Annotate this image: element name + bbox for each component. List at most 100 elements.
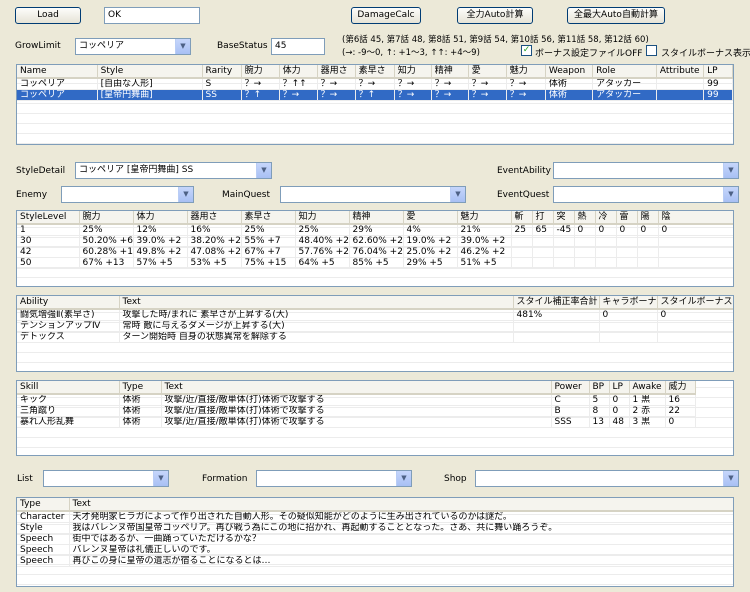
grow-limit-select[interactable]: コッペリア ▼ [75,38,191,55]
skill-cell: 48 [609,416,630,428]
style-list-column-header[interactable]: LP [703,65,733,79]
style-list-column-header[interactable]: 魅力 [506,65,546,79]
level-column-header[interactable]: 素早さ [241,211,296,225]
ability-column-header[interactable]: キャラボーナス [599,296,658,310]
list-select[interactable]: ▼ [43,470,169,487]
enemy-select[interactable]: ▼ [61,186,194,203]
level-row[interactable]: 4260.28% +1049.8% +247.08% +267% +757.76… [17,246,733,258]
style-list[interactable]: Name Style Rarity 腕力 体力 器用さ 素早さ 知力 精神愛魅力 Weapon Ro… [16,64,734,145]
ability-cell [513,331,600,343]
ability-column-header[interactable]: Text [119,296,514,310]
text-column-header[interactable]: Text [69,498,733,512]
level-column-header[interactable]: StyleLevel [17,211,80,225]
style-detail-select[interactable]: コッペリア [皇帝円舞曲] SS ▼ [75,162,272,179]
style-list-column-header[interactable]: 体力 [279,65,318,79]
level-column-header[interactable]: 器用さ [187,211,242,225]
style-list-cell: ？→ [355,78,395,90]
damage-calc-button[interactable]: DamageCalc [351,7,421,24]
ability-row[interactable]: デトックス ターン開始時 自身の状態異常を解除する [17,331,733,343]
style-list-column-header[interactable]: Name [17,65,98,79]
level-row[interactable]: 30 50.20% +6 39.0% +2 38.20% +2 55% +7 48.40%… [17,235,733,247]
style-list-column-header[interactable]: 器用さ [317,65,356,79]
skill-column-header[interactable]: BP [589,381,610,395]
shop-select[interactable]: ▼ [475,470,739,487]
style-list-row[interactable]: コッペリア [自由な人形] S ？→ ？↑↑ ？→ ？→ ？→ ？→ ？→ ？→ 体術 アタッカー 99 [17,78,733,90]
skill-row[interactable]: 暴れ人形乱舞 体術 攻撃/近/直接/敵単体(打)体術で攻撃する SSS 13 48 3 黒0 [17,416,733,428]
style-list-column-header[interactable]: Role [592,65,657,79]
level-column-header[interactable]: 斬 [511,211,533,225]
text-row[interactable]: Character 天才発明家ヒラガによって作り出された自動人形。その疑似知能がど… [17,511,733,523]
level-cell [616,246,638,258]
ability-table-grid: AbilityTextスタイル補正率合計キャラボーナススタイルボーナス 闘気増強… [17,296,733,343]
style-bonus-checkbox[interactable] [646,45,657,56]
formation-select[interactable]: ▼ [256,470,412,487]
ability-column-header[interactable]: Ability [17,296,120,310]
style-list-cell: アタッカー [592,78,657,90]
level-cell: 60.28% +10 [79,246,134,258]
ability-table[interactable]: AbilityTextスタイル補正率合計キャラボーナススタイルボーナス 闘気増強… [16,295,734,372]
style-list-column-header[interactable]: 知力 [394,65,432,79]
level-column-header[interactable]: 愛 [403,211,458,225]
style-list-column-header[interactable]: Style [97,65,203,79]
style-list-column-header[interactable]: Rarity [202,65,242,79]
grow-limit-label: GrowLimit [15,41,61,51]
text-table[interactable]: Type Text Character 天才発明家ヒラガによって作り出された自動人形… [16,497,734,587]
skill-column-header[interactable]: LP [609,381,630,395]
level-column-header[interactable]: 知力 [295,211,350,225]
ability-row[interactable]: テンションアップⅣ 常時 敵に与えるダメージが上昇する(大) [17,320,733,332]
event-ability-select[interactable]: ▼ [553,162,739,179]
ability-cell [657,331,733,343]
base-status-input[interactable]: 45 [271,38,325,55]
skill-column-header[interactable]: 威力 [665,381,696,395]
ability-column-header[interactable]: スタイルボーナス [657,296,733,310]
skill-row[interactable]: キック 体術 攻撃/近/直接/敵単体(打)体術で攻撃する C 5 0 1 黒 16 [17,394,733,406]
level-column-header[interactable]: 体力 [133,211,188,225]
bonus-file-off-checkbox[interactable]: ✓ [521,45,532,56]
level-column-header[interactable]: 突 [553,211,575,225]
level-cell: 67% +13 [79,257,134,269]
skill-column-header[interactable]: Text [161,381,552,395]
skill-row[interactable]: 三角蹴り 体術 攻撃/近/直接/敵単体(打)体術で攻撃する B 8 0 2 赤 22 [17,405,733,417]
text-row[interactable]: Style 我はバレンヌ帝国皇帝コッペリア。再び戦う為にこの地に招かれ、再起動する… [17,522,733,534]
level-row[interactable]: 50 67% +13 57% +5 53% +5 75% +15 64% +5 85% +5… [17,257,733,269]
ability-column-header[interactable]: スタイル補正率合計 [513,296,600,310]
style-list-column-header[interactable]: Attribute [656,65,705,79]
style-list-row[interactable]: コッペリア [皇帝円舞曲] SS ？↑ ？→ ？→ ？↑ ？→ ？→ ？→ ？→ 体術 アタッカー 99 [17,89,733,101]
status-field[interactable]: OK [104,7,200,24]
text-row[interactable]: Speech 再びこの身に皇帝の遺志が宿ることになるとは… [17,555,733,567]
level-column-header[interactable]: 腕力 [79,211,134,225]
style-list-column-header[interactable]: 腕力 [241,65,280,79]
max-auto-calc-button[interactable]: 全最大Auto自動計算 [567,7,665,24]
level-column-header[interactable]: 陰 [658,211,733,225]
full-auto-calc-button[interactable]: 全力Auto計算 [457,7,533,24]
skill-cell: B [551,405,590,417]
level-column-header[interactable]: 雷 [616,211,638,225]
enemy-label: Enemy [16,190,48,200]
level-column-header[interactable]: 精神 [349,211,404,225]
ability-row[interactable]: 闘気増強Ⅱ(素早さ) 攻撃した時/まれに 素早さが上昇する(大) 481% 0 0 [17,309,733,321]
level-cell: 62.60% +2 [349,235,404,247]
style-list-column-header[interactable]: 精神 [431,65,469,79]
main-quest-select[interactable]: ▼ [280,186,466,203]
event-quest-select[interactable]: ▼ [553,186,739,203]
level-column-header[interactable]: 打 [532,211,554,225]
level-column-header[interactable]: 冷 [595,211,617,225]
skill-column-header[interactable]: Awake [629,381,666,395]
skill-column-header[interactable]: Skill [17,381,120,395]
level-column-header[interactable]: 魅力 [457,211,512,225]
skill-column-header[interactable]: Type [119,381,162,395]
load-button[interactable]: Load [15,7,81,24]
skill-table[interactable]: Skill Type Text Power BP LP Awake 威力 キック 体術 攻撃/近/… [16,380,734,456]
text-column-header[interactable]: Type [17,498,70,512]
style-list-column-header[interactable]: Weapon [545,65,594,79]
style-list-column-header[interactable]: 素早さ [355,65,395,79]
text-row[interactable]: Speech バレンヌ皇帝は礼儀正しいのです。 [17,544,733,556]
level-row[interactable]: 1 25% 12% 16% 25% 25% 29% 4% 21% 25 65 -45 0 0 0 0 0 [17,224,733,236]
level-column-header[interactable]: 熱 [574,211,596,225]
style-list-cell: ？→ [431,89,469,101]
style-list-column-header[interactable]: 愛 [468,65,507,79]
text-row[interactable]: Speech 街中ではあるが、一曲踊っていただけるかな？ [17,533,733,545]
level-column-header[interactable]: 陽 [637,211,659,225]
skill-column-header[interactable]: Power [551,381,590,395]
level-table[interactable]: StyleLevel 腕力 体力 器用さ 素早さ 知力 精神愛魅力斬打突熱冷雷陽陰 1 25%… [16,210,734,287]
